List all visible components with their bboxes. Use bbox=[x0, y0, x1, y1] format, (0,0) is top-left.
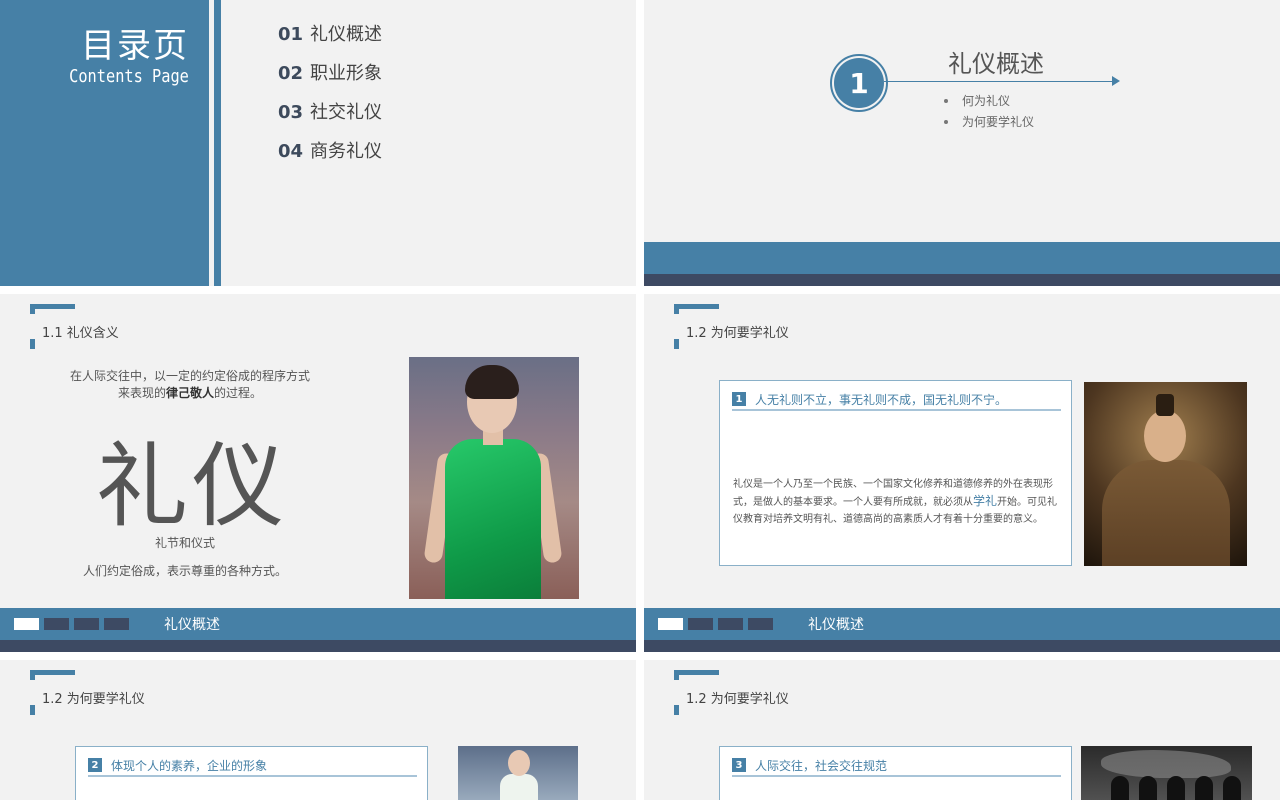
section-arrow-line bbox=[884, 81, 1116, 82]
slide-heading: 1.2 为何要学礼仪 bbox=[686, 326, 789, 341]
photo-person bbox=[1167, 776, 1185, 800]
nav-tab-4[interactable] bbox=[748, 618, 773, 630]
contents-item-3[interactable]: 03 社交礼仪 bbox=[278, 98, 382, 137]
heading-bracket-gap bbox=[674, 680, 684, 705]
contents-item-label: 社交礼仪 bbox=[310, 102, 382, 123]
slide-section-1[interactable]: 1 礼仪概述 何为礼仪 为何要学礼仪 bbox=[644, 0, 1280, 286]
heading-bracket-gap bbox=[30, 680, 40, 705]
contents-item-number: 02 bbox=[278, 63, 304, 84]
nav-tab-1[interactable] bbox=[14, 618, 39, 630]
card-badge: 2 bbox=[88, 758, 102, 772]
section-number: 1 bbox=[834, 58, 884, 108]
contents-item-label: 职业形象 bbox=[310, 63, 382, 84]
bullet-dot-icon bbox=[944, 98, 948, 103]
definition-text: 在人际交往中，以一定的约定俗成的程序方式来表现的律己敬人的过程。 bbox=[70, 368, 310, 402]
footer-nav: 礼仪概述 bbox=[0, 608, 636, 640]
contents-list: 01 礼仪概述 02 职业形象 03 社交礼仪 04 商务礼仪 bbox=[278, 20, 382, 176]
photo-robe bbox=[1102, 460, 1230, 566]
footer-nav: 礼仪概述 bbox=[644, 608, 1280, 640]
card-body: 礼仪是一个人乃至一个民族、一个国家文化修养和道德修养的外在表现形式，是做人的基本… bbox=[733, 476, 1061, 528]
nav-tab-2[interactable] bbox=[688, 618, 713, 630]
note-ceremony: 礼节和仪式 bbox=[154, 536, 215, 550]
slide-heading: 1.1 礼仪含义 bbox=[42, 326, 119, 341]
slide-heading: 1.2 为何要学礼仪 bbox=[42, 692, 145, 707]
content-card: 3 人际交往，社会交往规范 bbox=[719, 746, 1072, 800]
section-bullet: 何为礼仪 bbox=[944, 90, 1034, 111]
photo-qipao-model bbox=[458, 746, 578, 800]
content-card: 2 体现个人的素养，企业的形象 bbox=[75, 746, 428, 800]
slide-contents[interactable]: 目录页 Contents Page 01 礼仪概述 02 职业形象 03 社交礼… bbox=[0, 0, 636, 286]
slide-why-1[interactable]: 1.2 为何要学礼仪 1 人无礼则不立，事无礼则不成，国无礼则不宁。 礼仪是一个… bbox=[644, 294, 1280, 652]
card-badge: 1 bbox=[732, 392, 746, 406]
contents-stripe bbox=[214, 0, 221, 286]
nav-tab-4[interactable] bbox=[104, 618, 129, 630]
section-title: 礼仪概述 bbox=[948, 50, 1044, 78]
contents-panel: 目录页 Contents Page bbox=[0, 0, 209, 286]
photo-dress bbox=[500, 774, 538, 800]
nav-tab-3[interactable] bbox=[718, 618, 743, 630]
card-body-highlight: 学礼 bbox=[973, 494, 998, 508]
card-title: 人无礼则不立，事无礼则不成，国无礼则不宁。 bbox=[755, 392, 1008, 407]
footer-band bbox=[644, 242, 1280, 274]
contents-item-number: 03 bbox=[278, 102, 304, 123]
content-card: 1 人无礼则不立，事无礼则不成，国无礼则不宁。 礼仪是一个人乃至一个民族、一个国… bbox=[719, 380, 1072, 566]
contents-item-number: 04 bbox=[278, 141, 304, 162]
photo-head bbox=[1144, 410, 1186, 462]
nav-tab-2[interactable] bbox=[44, 618, 69, 630]
big-word: 礼仪 bbox=[96, 433, 289, 540]
photo-dress bbox=[445, 439, 541, 599]
nav-section-label: 礼仪概述 bbox=[164, 617, 220, 633]
definition-text-bold: 律己敬人 bbox=[165, 386, 214, 400]
slide-meaning[interactable]: 1.1 礼仪含义 在人际交往中，以一定的约定俗成的程序方式来表现的律己敬人的过程… bbox=[0, 294, 636, 652]
contents-item-4[interactable]: 04 商务礼仪 bbox=[278, 137, 382, 176]
photo-world-map bbox=[1101, 750, 1231, 778]
nav-section-label: 礼仪概述 bbox=[808, 617, 864, 633]
footer-band-dark bbox=[644, 274, 1280, 286]
section-bullet-text: 何为礼仪 bbox=[962, 94, 1011, 108]
section-bullets: 何为礼仪 为何要学礼仪 bbox=[944, 90, 1034, 132]
photo-qipao-woman bbox=[409, 357, 579, 599]
footer-band-dark bbox=[644, 640, 1280, 652]
arrow-right-icon bbox=[1112, 76, 1120, 86]
footer-band-dark bbox=[0, 640, 636, 652]
contents-item-number: 01 bbox=[278, 24, 304, 45]
photo-person bbox=[1223, 776, 1241, 800]
contents-item-label: 商务礼仪 bbox=[310, 141, 382, 162]
slide-why-3[interactable]: 1.2 为何要学礼仪 3 人际交往，社会交往规范 bbox=[644, 660, 1280, 800]
photo-person bbox=[1111, 776, 1129, 800]
section-bullet: 为何要学礼仪 bbox=[944, 111, 1034, 132]
nav-tab-1[interactable] bbox=[658, 618, 683, 630]
photo-business-people bbox=[1081, 746, 1252, 800]
photo-crown bbox=[1156, 394, 1174, 416]
bullet-dot-icon bbox=[944, 119, 948, 124]
nav-tab-3[interactable] bbox=[74, 618, 99, 630]
definition-text-end: 的过程。 bbox=[214, 386, 263, 400]
photo-person bbox=[1195, 776, 1213, 800]
photo-head bbox=[508, 750, 530, 776]
contents-item-label: 礼仪概述 bbox=[310, 24, 382, 45]
card-header: 1 人无礼则不立，事无礼则不成，国无礼则不宁。 bbox=[732, 389, 1061, 411]
photo-ancient-man bbox=[1084, 382, 1247, 566]
slide-heading: 1.2 为何要学礼仪 bbox=[686, 692, 789, 707]
card-badge: 3 bbox=[732, 758, 746, 772]
heading-bracket-gap bbox=[674, 314, 684, 339]
card-title: 体现个人的素养，企业的形象 bbox=[111, 758, 268, 773]
card-header: 2 体现个人的素养，企业的形象 bbox=[88, 755, 417, 777]
photo-person bbox=[1139, 776, 1157, 800]
contents-subtitle: Contents Page bbox=[69, 66, 189, 87]
slide-why-2[interactable]: 1.2 为何要学礼仪 2 体现个人的素养，企业的形象 bbox=[0, 660, 636, 800]
contents-item-1[interactable]: 01 礼仪概述 bbox=[278, 20, 382, 59]
section-bullet-text: 为何要学礼仪 bbox=[962, 115, 1035, 129]
heading-bracket-gap bbox=[30, 314, 40, 339]
contents-item-2[interactable]: 02 职业形象 bbox=[278, 59, 382, 98]
card-title: 人际交往，社会交往规范 bbox=[755, 758, 888, 773]
photo-hair bbox=[465, 365, 519, 399]
card-header: 3 人际交往，社会交往规范 bbox=[732, 755, 1061, 777]
note-respect: 人们约定俗成，表示尊重的各种方式。 bbox=[82, 564, 287, 578]
contents-title: 目录页 bbox=[81, 26, 189, 66]
